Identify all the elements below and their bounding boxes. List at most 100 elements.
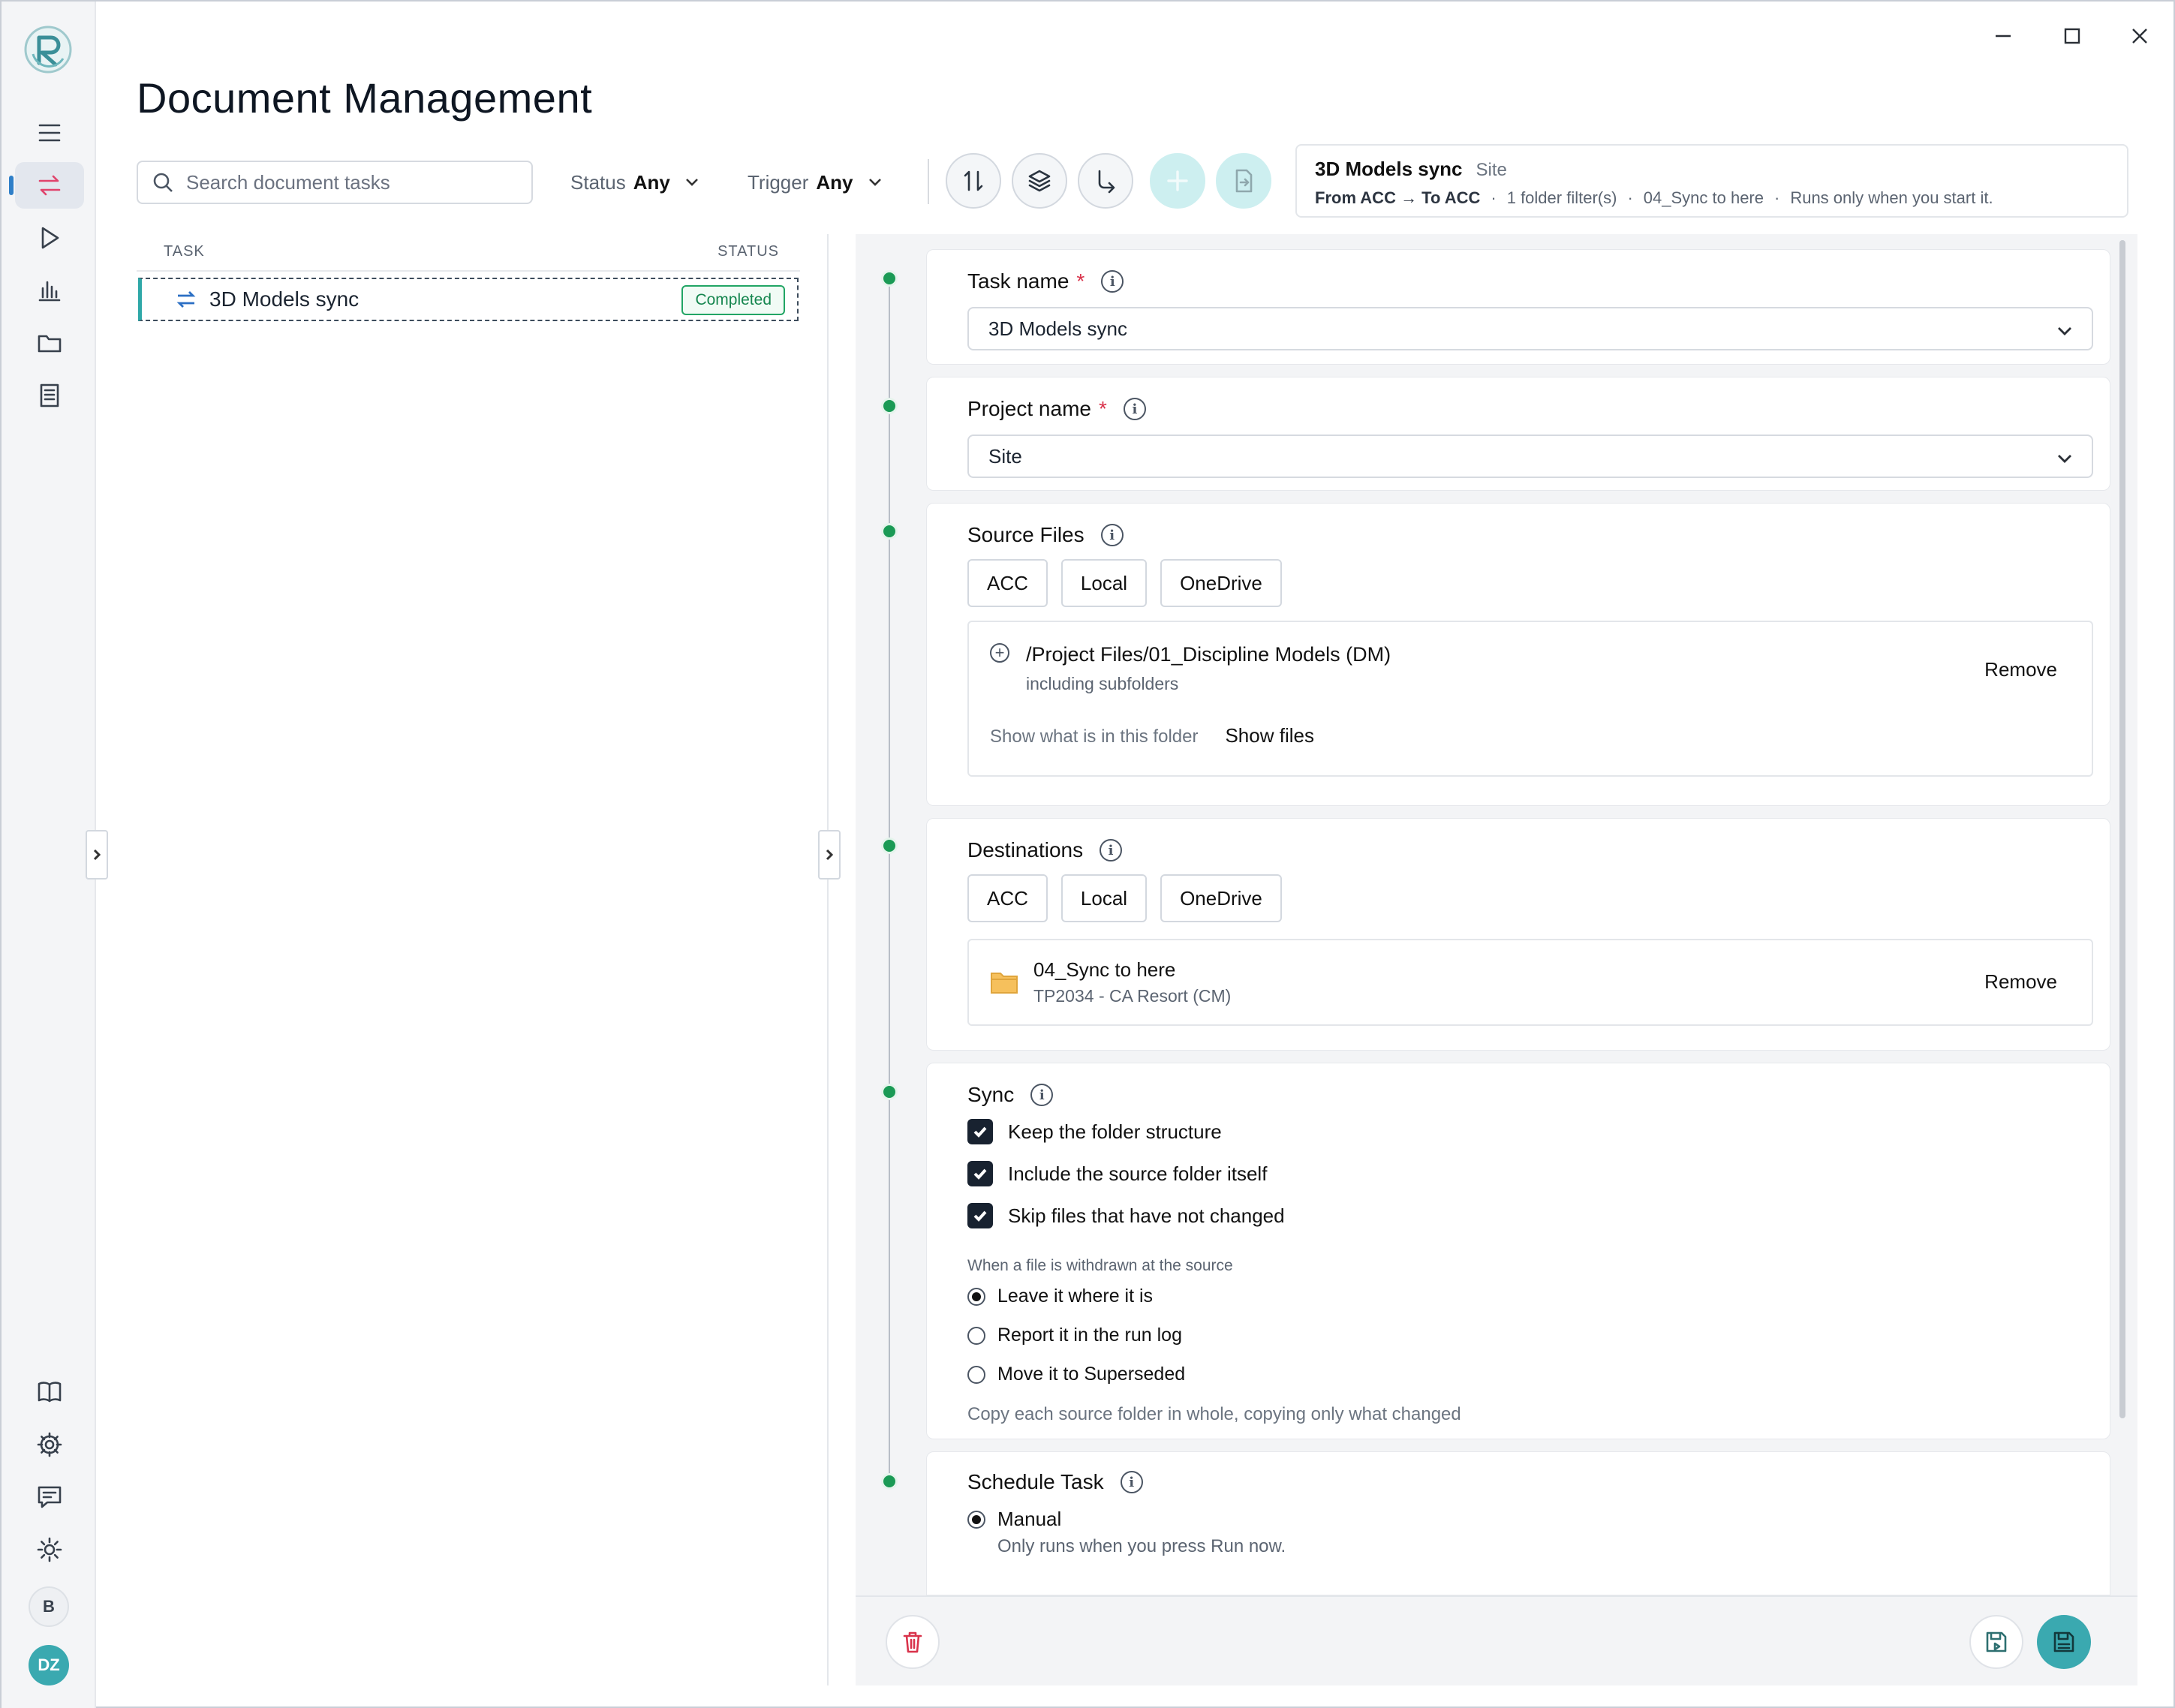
sort-button[interactable] xyxy=(946,153,1001,209)
source-onedrive-button[interactable]: OneDrive xyxy=(1160,559,1282,607)
dest-onedrive-button[interactable]: OneDrive xyxy=(1160,874,1282,922)
schedule-manual-radio[interactable]: Manual xyxy=(967,1508,1061,1531)
task-summary: 3D Models sync Site From ACC → To ACC · … xyxy=(1295,144,2128,218)
delete-task-button[interactable] xyxy=(886,1615,940,1669)
nav-theme-button[interactable] xyxy=(15,1526,84,1573)
search-input[interactable] xyxy=(186,170,516,194)
panel-divider xyxy=(827,234,829,1685)
destination-info: 04_Sync to here TP2034 - CA Resort (CM) xyxy=(1033,958,1231,1006)
info-icon[interactable]: i xyxy=(1100,839,1123,862)
info-icon[interactable]: i xyxy=(1123,398,1146,420)
step-dot xyxy=(881,837,898,854)
play-icon xyxy=(41,227,59,249)
withdrawn-leave-label: Leave it where it is xyxy=(997,1286,1154,1307)
save-and-run-button[interactable] xyxy=(1969,1615,2023,1669)
nav-folders-button[interactable] xyxy=(15,320,84,366)
project-name-value: Site xyxy=(988,444,1022,468)
workspace-avatar[interactable]: B xyxy=(29,1586,69,1627)
withdrawn-leave-radio[interactable]: Leave it where it is xyxy=(967,1286,1153,1307)
keep-structure-checkbox[interactable]: Keep the folder structure xyxy=(967,1119,1222,1144)
search-box[interactable] xyxy=(137,161,533,204)
remove-source-button[interactable]: Remove xyxy=(1984,658,2057,681)
dest-acc-button[interactable]: ACC xyxy=(967,874,1048,922)
search-icon xyxy=(153,173,173,192)
nav-sync-button[interactable] xyxy=(15,162,84,209)
withdrawn-move-label: Move it to Superseded xyxy=(997,1364,1186,1385)
trigger-filter-label: Trigger xyxy=(748,170,809,194)
keep-structure-label: Keep the folder structure xyxy=(1008,1120,1222,1143)
task-name-select[interactable]: 3D Models sync xyxy=(967,307,2093,350)
expand-folder-icon[interactable]: + xyxy=(990,643,1009,663)
dest-local-button[interactable]: Local xyxy=(1060,874,1148,922)
task-table-header: TASK STATUS xyxy=(164,243,779,260)
source-folder-box: + /Project Files/01_Discipline Models (D… xyxy=(967,621,2093,777)
folder-icon xyxy=(38,335,62,353)
info-icon[interactable]: i xyxy=(1100,524,1124,546)
expand-rail-button[interactable] xyxy=(86,830,108,880)
source-local-button[interactable]: Local xyxy=(1060,559,1148,607)
required-marker: * xyxy=(1076,269,1085,293)
status-badge: Completed xyxy=(681,285,785,315)
withdrawn-report-radio[interactable]: Report it in the run log xyxy=(967,1325,1182,1346)
destinations-card: Destinations i ACC Local OneDrive 04_Syn… xyxy=(926,818,2110,1051)
nav-feedback-button[interactable] xyxy=(15,1474,84,1520)
branch-button[interactable] xyxy=(1078,153,1133,209)
panel-scrollbar[interactable] xyxy=(2119,240,2125,1418)
schedule-card: Schedule Task i Manual Only runs when yo… xyxy=(926,1451,2110,1595)
toolbar-divider xyxy=(928,159,929,204)
summary-direction: From ACC → To ACC xyxy=(1315,188,1481,207)
app-window: B DZ Document Management Status Any Trig… xyxy=(0,0,2175,1708)
nav-run-button[interactable] xyxy=(15,215,84,261)
status-filter[interactable]: Status Any xyxy=(570,165,702,200)
info-icon[interactable]: i xyxy=(1030,1084,1054,1106)
folder-icon xyxy=(991,973,1018,994)
source-acc-button[interactable]: ACC xyxy=(967,559,1048,607)
minimize-button[interactable] xyxy=(1969,15,2037,57)
project-name-select[interactable]: Site xyxy=(967,435,2093,478)
nav-menu-button[interactable] xyxy=(15,110,84,156)
close-icon xyxy=(2132,29,2147,44)
step-dot xyxy=(881,270,898,287)
project-name-label: Project name * i xyxy=(967,397,1146,421)
subfolders-note: including subfolders xyxy=(1026,674,1179,693)
remove-destination-button[interactable]: Remove xyxy=(1984,970,2057,994)
document-icon xyxy=(40,383,59,407)
info-icon[interactable]: i xyxy=(1101,270,1124,293)
withdrawn-move-radio[interactable]: Move it to Superseded xyxy=(967,1364,1185,1385)
destination-folder-name: 04_Sync to here xyxy=(1033,958,1176,981)
radio-unselected-icon xyxy=(967,1326,985,1345)
source-files-card: Source Files i ACC Local OneDrive + /Pro… xyxy=(926,503,2110,806)
chevron-down-icon xyxy=(685,179,698,186)
close-button[interactable] xyxy=(2106,15,2173,57)
destination-project: TP2034 - CA Resort (CM) xyxy=(1033,986,1232,1006)
radio-selected-icon xyxy=(967,1287,985,1306)
nav-documents-button[interactable] xyxy=(15,372,84,419)
file-export-icon xyxy=(1235,169,1253,193)
show-files-link[interactable]: Show files xyxy=(1225,724,1314,747)
user-avatar[interactable]: DZ xyxy=(29,1645,69,1685)
chevron-down-icon xyxy=(2058,327,2071,335)
nav-reports-button[interactable] xyxy=(15,267,84,314)
include-source-checkbox[interactable]: Include the source folder itself xyxy=(967,1161,1267,1186)
trigger-filter[interactable]: Trigger Any xyxy=(748,165,885,200)
expand-list-button[interactable] xyxy=(818,830,841,880)
schedule-label: Schedule Task i xyxy=(967,1470,1143,1494)
page-title: Document Management xyxy=(137,74,593,122)
export-button[interactable] xyxy=(1216,153,1271,209)
layers-button[interactable] xyxy=(1012,153,1067,209)
book-icon xyxy=(38,1382,62,1403)
sync-arrows-icon xyxy=(38,175,61,196)
nav-settings-button[interactable] xyxy=(15,1421,84,1468)
skip-unchanged-checkbox[interactable]: Skip files that have not changed xyxy=(967,1203,1285,1228)
radio-unselected-icon xyxy=(967,1365,985,1384)
add-task-button[interactable] xyxy=(1150,153,1205,209)
active-nav-indicator xyxy=(9,176,14,195)
save-button[interactable] xyxy=(2037,1615,2091,1669)
show-files-hint: Show what is in this folder xyxy=(990,726,1199,747)
nav-help-button[interactable] xyxy=(15,1369,84,1415)
maximize-button[interactable] xyxy=(2038,15,2106,57)
table-row[interactable]: 3D Models sync Completed xyxy=(138,278,799,321)
summary-separator: · xyxy=(1774,188,1780,207)
left-rail: B DZ xyxy=(2,2,96,1708)
info-icon[interactable]: i xyxy=(1120,1471,1143,1493)
